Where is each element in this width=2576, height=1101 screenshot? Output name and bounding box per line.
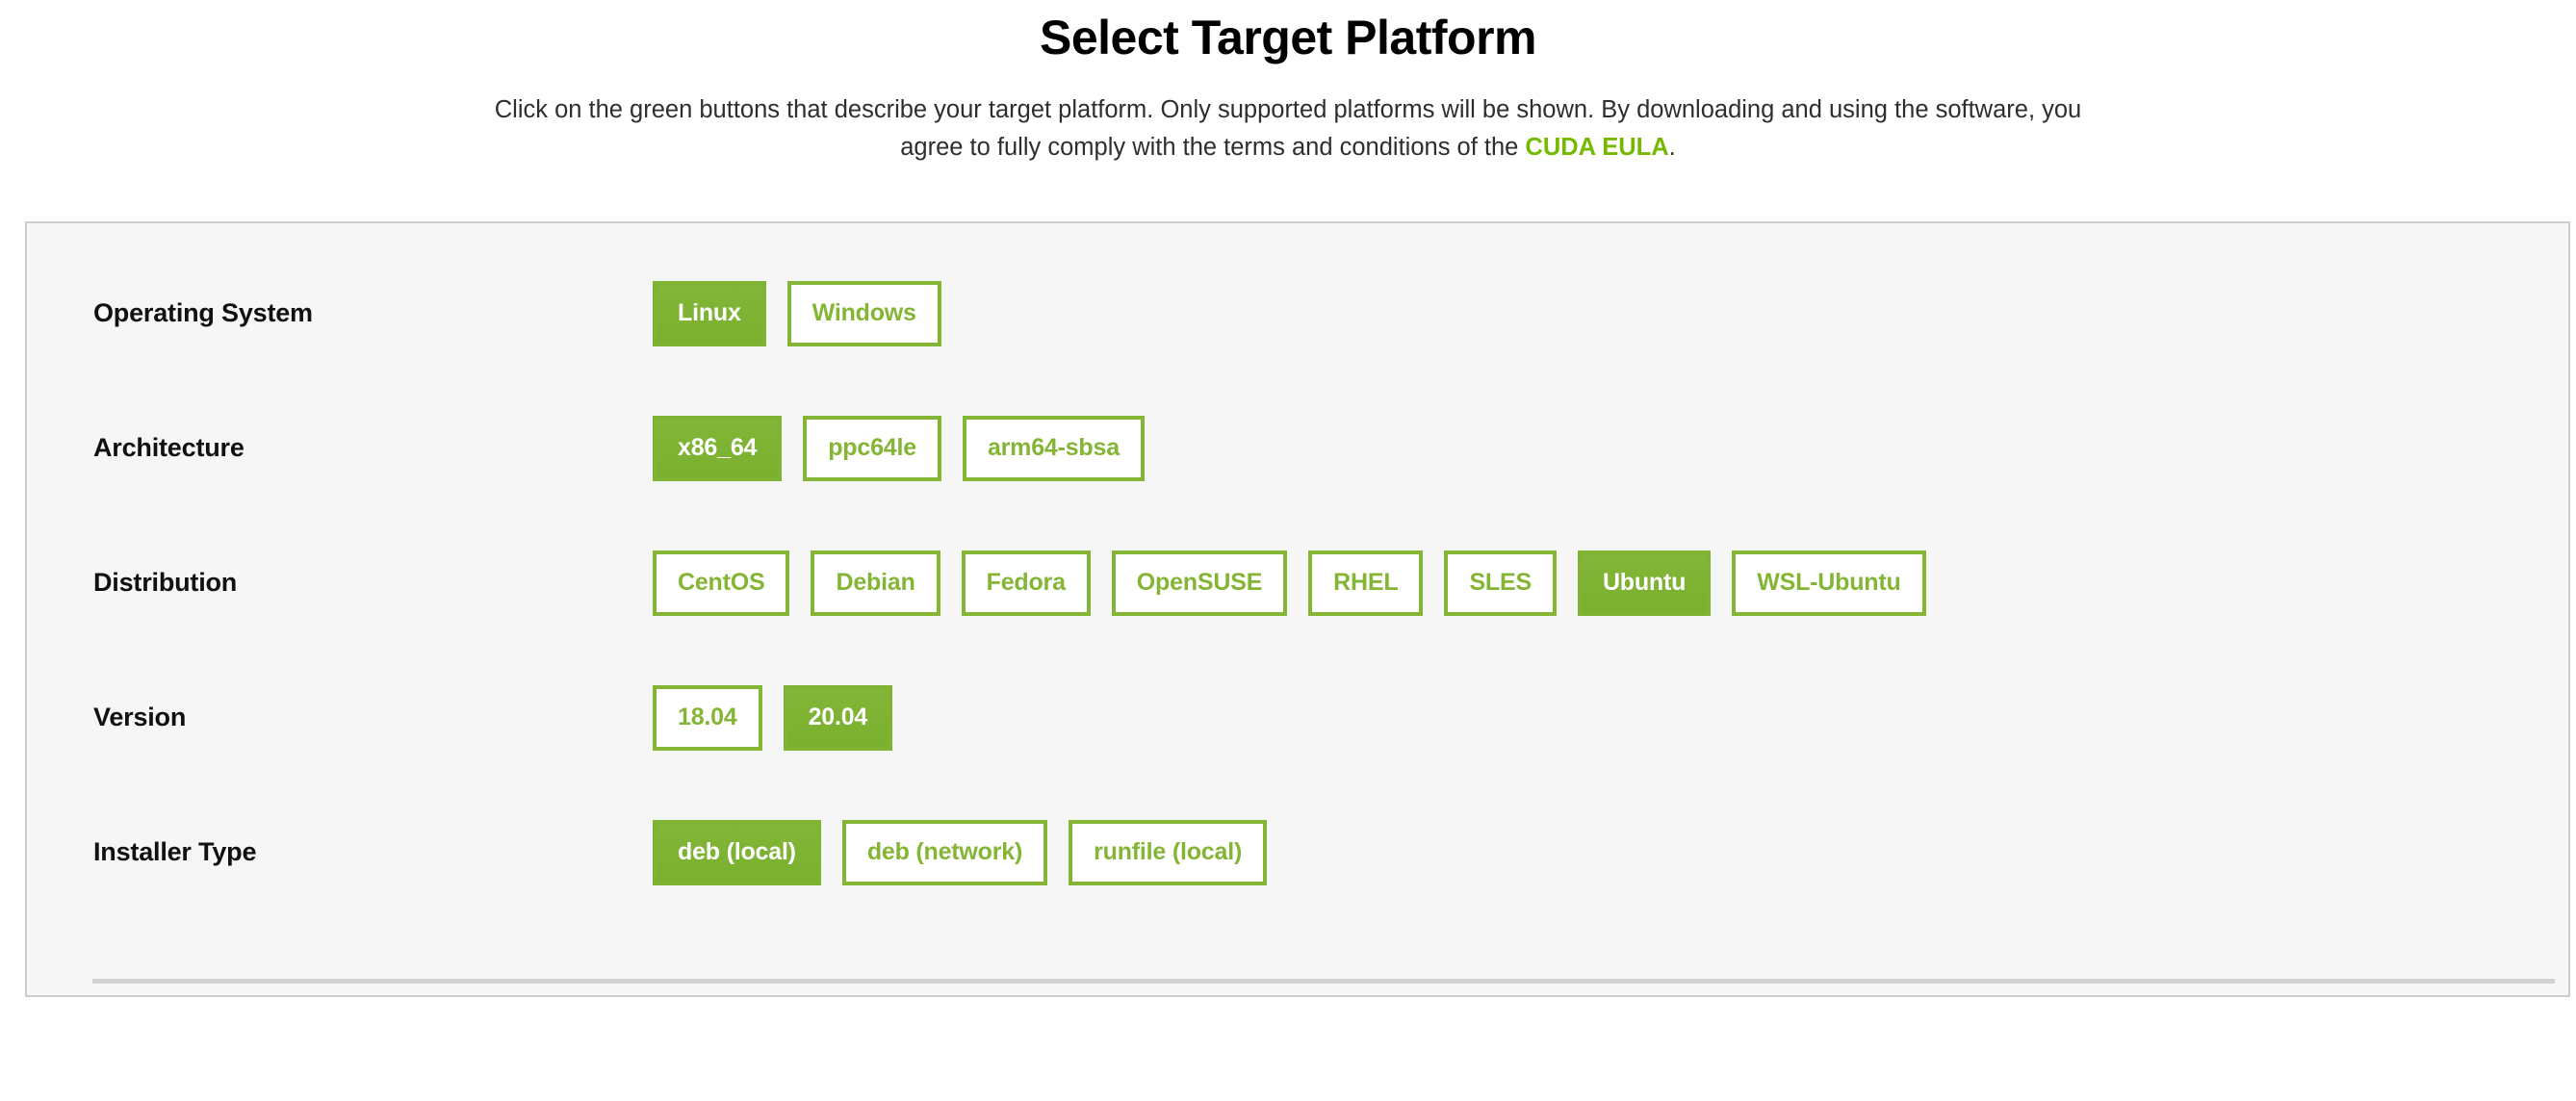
row-label-version: Version (27, 703, 653, 732)
option-button-sles[interactable]: SLES (1444, 550, 1557, 616)
row-label-distribution: Distribution (27, 568, 653, 598)
selector-row-architecture: Architecturex86_64 ppc64le arm64-sbsa (27, 381, 2568, 516)
option-button-18-04[interactable]: 18.04 (653, 685, 762, 751)
row-label-architecture: Architecture (27, 433, 653, 463)
option-button-wsl-ubuntu[interactable]: WSL-Ubuntu (1732, 550, 1925, 616)
selector-row-installer-type: Installer Typedeb (local) deb (network) ru… (27, 785, 2568, 920)
row-options-installer-type: deb (local) deb (network) runfile (local) (653, 820, 2568, 885)
panel-bottom-divider (92, 979, 2555, 984)
selector-rows: Operating SystemLinux Windows Architecture… (27, 223, 2568, 920)
page-title: Select Target Platform (0, 10, 2576, 66)
option-button-x86-64[interactable]: x86_64 (653, 416, 782, 481)
option-button-centos[interactable]: CentOS (653, 550, 789, 616)
option-button-ubuntu[interactable]: Ubuntu (1578, 550, 1711, 616)
target-platform-selector-panel: Operating SystemLinux Windows Architecture… (25, 221, 2570, 997)
row-label-operating-system: Operating System (27, 298, 653, 328)
option-button-deb-network[interactable]: deb (network) (842, 820, 1047, 885)
option-button-opensuse[interactable]: OpenSUSE (1112, 550, 1287, 616)
option-button-runfile-local[interactable]: runfile (local) (1069, 820, 1267, 885)
option-button-20-04[interactable]: 20.04 (784, 685, 893, 751)
page-description-text-after-link: . (1669, 134, 1676, 161)
row-options-architecture: x86_64 ppc64le arm64-sbsa (653, 416, 2568, 481)
option-button-windows[interactable]: Windows (787, 281, 941, 346)
option-button-fedora[interactable]: Fedora (962, 550, 1091, 616)
selector-row-distribution: DistributionCentOS Debian Fedora OpenSUSE RH… (27, 516, 2568, 651)
row-options-distribution: CentOS Debian Fedora OpenSUSE RHEL SLES Ubuntu… (653, 550, 2568, 616)
page-description-text-before-link: Click on the green buttons that describe… (495, 96, 2082, 161)
option-button-ppc64le[interactable]: ppc64le (803, 416, 941, 481)
option-button-debian[interactable]: Debian (811, 550, 940, 616)
option-button-deb-local[interactable]: deb (local) (653, 820, 821, 885)
page-description: Click on the green buttons that describe… (470, 91, 2106, 167)
page-header: Select Target Platform Click on the gree… (0, 0, 2576, 167)
cuda-eula-link[interactable]: CUDA EULA (1525, 134, 1668, 161)
option-button-linux[interactable]: Linux (653, 281, 766, 346)
selector-row-operating-system: Operating SystemLinux Windows (27, 246, 2568, 381)
option-button-arm64-sbsa[interactable]: arm64-sbsa (963, 416, 1145, 481)
row-label-installer-type: Installer Type (27, 837, 653, 867)
option-button-rhel[interactable]: RHEL (1308, 550, 1423, 616)
selector-row-version: Version18.04 20.04 (27, 651, 2568, 785)
row-options-version: 18.04 20.04 (653, 685, 2568, 751)
row-options-operating-system: Linux Windows (653, 281, 2568, 346)
